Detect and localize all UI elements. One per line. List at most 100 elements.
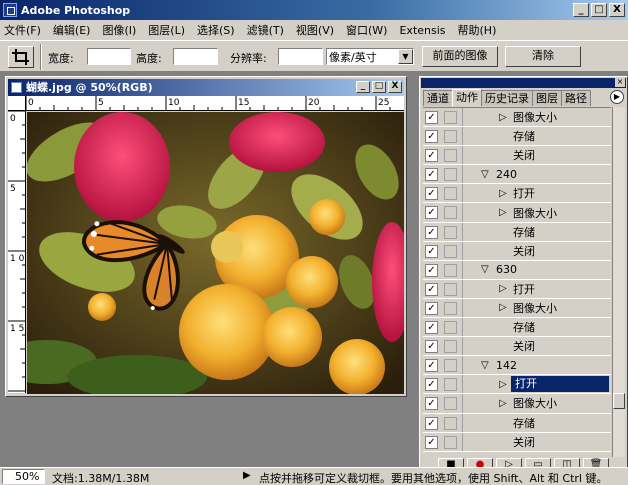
doc-restore-button[interactable]: □ [372,81,386,93]
crop-tool-icon[interactable] [8,46,34,68]
action-row[interactable]: ✓ ▷ 图像大小 [423,203,611,223]
action-row[interactable]: ✓ 存储 [423,127,611,147]
expand-triangle-icon[interactable]: ▷ [499,302,507,313]
dialog-toggle-box[interactable] [444,340,457,354]
close-button[interactable]: X [609,3,625,17]
expand-triangle-icon[interactable]: ▷ [499,398,507,409]
clear-button[interactable]: 清除 [505,46,581,67]
horizontal-ruler[interactable]: 0 5 10 15 20 25 [26,96,404,111]
menu-help[interactable]: 帮助(H) [458,22,497,38]
action-row[interactable]: ✓ ▷ 打开 [423,279,611,299]
menu-image[interactable]: 图像(I) [102,22,136,38]
panel-menu-arrow-icon[interactable]: ▶ [610,90,624,104]
action-row[interactable]: ✓ ▷ 图像大小 [423,108,611,128]
action-row[interactable]: ✓ 存储 [423,413,611,433]
actions-scrollbar[interactable] [612,107,625,457]
action-row[interactable]: ✓ 关闭 [423,432,611,452]
doc-close-button[interactable]: X [388,81,402,93]
status-menu-arrow-icon[interactable]: ▶ [243,470,251,481]
dialog-toggle-box[interactable] [444,301,457,315]
dialog-toggle-box[interactable] [444,130,457,144]
doc-minimize-button[interactable]: _ [356,81,370,93]
dialog-toggle-box[interactable] [444,397,457,411]
dialog-toggle-box[interactable] [444,149,457,163]
dialog-toggle-box[interactable] [444,416,457,430]
tab-history[interactable]: 历史记录 [481,90,533,106]
menu-view[interactable]: 视图(V) [296,22,334,38]
dialog-toggle-box[interactable] [444,378,457,392]
action-toggle-checkbox[interactable]: ✓ [425,111,438,124]
collapse-triangle-icon[interactable]: ▽ [481,360,489,371]
action-toggle-checkbox[interactable]: ✓ [425,168,438,182]
panel-titlebar[interactable]: × [421,78,626,88]
expand-triangle-icon[interactable]: ▷ [499,283,507,294]
tab-channels[interactable]: 通道 [423,90,453,106]
action-toggle-checkbox[interactable]: ✓ [425,187,438,201]
action-row[interactable]: ✓ 关闭 [423,241,611,261]
dialog-toggle-box[interactable] [444,263,457,277]
ruler-origin[interactable] [8,96,26,111]
action-row[interactable]: ✓ 存储 [423,318,611,338]
action-toggle-checkbox[interactable]: ✓ [425,340,438,354]
dialog-toggle-box[interactable] [444,321,457,335]
action-toggle-checkbox[interactable]: ✓ [425,130,438,144]
expand-triangle-icon[interactable]: ▷ [499,207,507,218]
tab-layers[interactable]: 图层 [532,90,562,106]
action-toggle-checkbox[interactable]: ✓ [425,225,438,239]
height-input[interactable] [173,48,218,65]
dialog-toggle-box[interactable] [444,225,457,239]
minimize-button[interactable]: _ [573,3,589,17]
scrollbar-thumb[interactable] [613,393,625,409]
dialog-toggle-box[interactable] [444,244,457,258]
action-toggle-checkbox[interactable]: ✓ [425,378,438,392]
chevron-down-icon[interactable]: ▼ [398,49,413,64]
resolution-unit-select[interactable]: 像素/英寸 ▼ [326,48,414,65]
action-row[interactable]: ✓ ▷ 打开 [423,375,611,395]
collapse-triangle-icon[interactable]: ▽ [481,169,489,180]
tab-actions[interactable]: 动作 [452,89,482,106]
vertical-ruler[interactable]: 0 5 1 0 1 5 [8,111,26,393]
action-row[interactable]: ✓ ▷ 图像大小 [423,394,611,414]
menu-file[interactable]: 文件(F) [4,22,41,38]
action-toggle-checkbox[interactable]: ✓ [425,282,438,296]
action-row[interactable]: ✓ ▽ 240 [423,165,611,185]
action-toggle-checkbox[interactable]: ✓ [425,397,438,411]
action-toggle-checkbox[interactable]: ✓ [425,206,438,220]
action-row[interactable]: ✓ 关闭 [423,337,611,357]
dialog-toggle-box[interactable] [444,187,457,201]
restore-button[interactable]: □ [591,3,607,17]
expand-triangle-icon[interactable]: ▷ [499,188,507,199]
image-canvas[interactable] [27,112,404,394]
action-toggle-checkbox[interactable]: ✓ [425,416,438,430]
menu-select[interactable]: 选择(S) [197,22,235,38]
dialog-toggle-box[interactable] [444,168,457,182]
action-toggle-checkbox[interactable]: ✓ [425,359,438,373]
tab-paths[interactable]: 路径 [561,90,591,106]
action-row[interactable]: ✓ ▽ 630 [423,260,611,280]
zoom-level-field[interactable]: 50% [2,469,45,484]
dialog-toggle-box[interactable] [444,206,457,220]
menu-layer[interactable]: 图层(L) [148,22,185,38]
collapse-triangle-icon[interactable]: ▽ [481,264,489,275]
menu-window[interactable]: 窗口(W) [346,22,387,38]
action-toggle-checkbox[interactable]: ✓ [425,301,438,315]
dialog-toggle-box[interactable] [444,359,457,373]
dialog-toggle-box[interactable] [444,435,457,449]
front-image-button[interactable]: 前面的图像 [422,46,498,67]
expand-triangle-icon[interactable]: ▷ [499,379,507,390]
panel-close-icon[interactable]: × [615,78,625,87]
action-toggle-checkbox[interactable]: ✓ [425,149,438,163]
resolution-input[interactable] [278,48,323,65]
action-toggle-checkbox[interactable]: ✓ [425,435,438,449]
action-row[interactable]: ✓ ▽ 142 [423,356,611,376]
dialog-toggle-box[interactable] [444,111,457,124]
expand-triangle-icon[interactable]: ▷ [499,112,507,123]
action-toggle-checkbox[interactable]: ✓ [425,244,438,258]
dialog-toggle-box[interactable] [444,282,457,296]
action-row[interactable]: ✓ ▷ 打开 [423,184,611,204]
menu-edit[interactable]: 编辑(E) [53,22,91,38]
action-row[interactable]: ✓ 关闭 [423,146,611,166]
menu-extensis[interactable]: Extensis [399,24,445,37]
action-toggle-checkbox[interactable]: ✓ [425,321,438,335]
action-toggle-checkbox[interactable]: ✓ [425,263,438,277]
